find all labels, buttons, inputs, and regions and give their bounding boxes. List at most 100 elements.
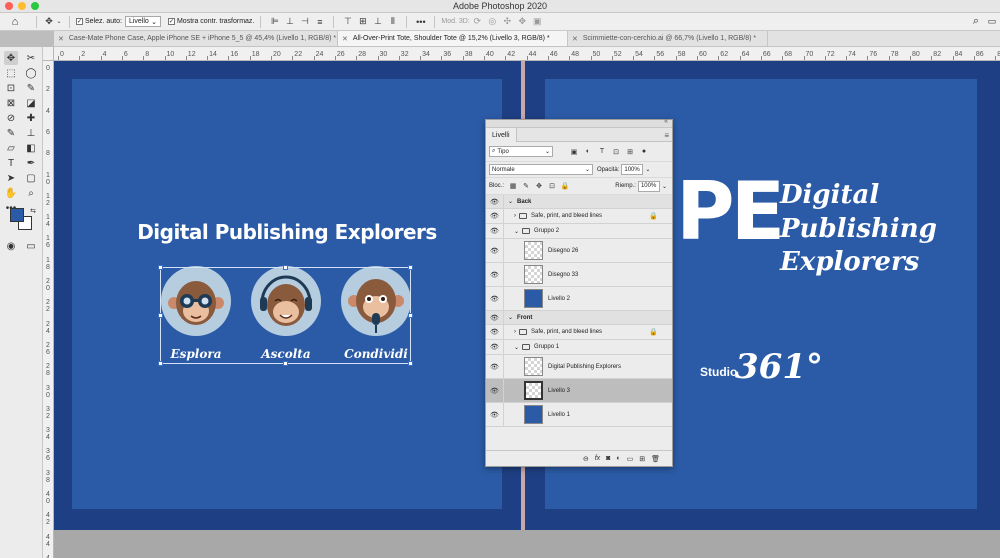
chevron-down-icon[interactable]: ⌄ bbox=[508, 314, 513, 321]
auto-select-dropdown[interactable]: Livello ⌄ bbox=[124, 16, 161, 27]
layer-row[interactable]: 👁 ⌄ Gruppo 1 bbox=[486, 340, 672, 355]
transform-handle[interactable] bbox=[283, 361, 288, 366]
layer-row[interactable]: 👁 ⌄ Gruppo 2 bbox=[486, 224, 672, 239]
distribute-vertical-icon[interactable]: ⫴ bbox=[385, 14, 400, 30]
visibility-eye-icon[interactable]: 👁 bbox=[486, 355, 504, 378]
vertical-ruler[interactable]: 0 2 4 6 8 1 0 1 2 1 4 1 6 1 8 2 0 2 2 2 4 2 6 2 8 3 0 3 … bbox=[43, 61, 54, 558]
filter-type-icon[interactable]: T bbox=[597, 148, 607, 155]
align-center-icon[interactable]: ⊥ bbox=[282, 14, 297, 30]
eyedropper-tool-icon[interactable]: ⊘ bbox=[4, 111, 18, 125]
search-icon[interactable]: ⌕ bbox=[968, 14, 984, 30]
visibility-eye-icon[interactable]: 👁 bbox=[486, 311, 504, 324]
filter-smart-icon[interactable]: ⊞ bbox=[625, 148, 635, 156]
transform-handle[interactable] bbox=[408, 361, 413, 366]
panel-menu-icon[interactable]: ≡ bbox=[664, 131, 669, 140]
tab-phone-case[interactable]: ✕ Case-Mate Phone Case, Apple iPhone SE +… bbox=[54, 31, 338, 46]
transform-handle[interactable] bbox=[158, 313, 163, 318]
chevron-right-icon[interactable]: › bbox=[514, 329, 516, 335]
tab-layers[interactable]: Livelli bbox=[486, 128, 517, 142]
lock-transparency-icon[interactable]: ▦ bbox=[508, 182, 518, 190]
visibility-eye-icon[interactable]: 👁 bbox=[486, 325, 504, 339]
tab-scimmiette[interactable]: ✕ Scimmiette-con-cerchio.ai @ 66,7% (Live… bbox=[568, 31, 768, 46]
layer-row[interactable]: 👁 Digital Publishing Explorers bbox=[486, 355, 672, 379]
lasso-tool-icon[interactable]: ◯ bbox=[24, 66, 38, 80]
hand-tool-icon[interactable]: ✋ bbox=[4, 186, 18, 200]
tab-tote[interactable]: ✕ All-Over-Print Tote, Shoulder Tote @ 15… bbox=[338, 31, 568, 46]
marquee-tool-icon[interactable]: ⬚ bbox=[4, 66, 18, 80]
front-heading[interactable]: Digital Publishing Explorers bbox=[72, 220, 502, 244]
layer-mask-icon[interactable]: ◙ bbox=[606, 455, 610, 462]
visibility-eye-icon[interactable]: 👁 bbox=[486, 287, 504, 310]
horizontal-ruler[interactable]: 0 2 4 6 8 10 12 14 16 18 20 22 24 26 28 30 32 34 36 38 40 42 4… bbox=[54, 47, 1000, 61]
link-layers-icon[interactable]: ⊖ bbox=[583, 455, 589, 463]
orbit-3d-icon[interactable]: ⟳ bbox=[470, 14, 485, 30]
layer-row[interactable]: 👁 › Safe, print, and bleed lines 🔒 bbox=[486, 209, 672, 224]
align-middle-icon[interactable]: ⊞ bbox=[355, 14, 370, 30]
transform-bounding-box[interactable] bbox=[158, 265, 413, 366]
eraser-tool-icon[interactable]: ▱ bbox=[4, 141, 18, 155]
visibility-eye-icon[interactable]: 👁 bbox=[486, 403, 504, 426]
filter-toggle-icon[interactable]: ● bbox=[639, 148, 649, 155]
transform-handle[interactable] bbox=[158, 361, 163, 366]
layer-row[interactable]: 👁 Livello 1 bbox=[486, 403, 672, 427]
visibility-eye-icon[interactable]: 👁 bbox=[486, 195, 504, 208]
chevron-down-icon[interactable]: ⌄ bbox=[662, 183, 667, 190]
chevron-down-icon[interactable]: ⌄ bbox=[508, 198, 513, 205]
scale-3d-icon[interactable]: ▣ bbox=[530, 14, 545, 30]
chevron-down-icon[interactable]: ⌄ bbox=[645, 166, 650, 173]
transform-handle[interactable] bbox=[408, 265, 413, 270]
adjustment-layer-icon[interactable]: ◐ bbox=[616, 455, 620, 462]
move-tool-icon[interactable]: ✥ bbox=[4, 51, 18, 65]
screen-mode-icon[interactable]: ▭ bbox=[24, 239, 38, 253]
visibility-eye-icon[interactable]: 👁 bbox=[486, 263, 504, 286]
visibility-eye-icon[interactable]: 👁 bbox=[486, 209, 504, 223]
layer-row[interactable]: 👁 ⌄ Back bbox=[486, 195, 672, 209]
visibility-eye-icon[interactable]: 👁 bbox=[486, 379, 504, 402]
new-layer-icon[interactable]: ⊞ bbox=[639, 455, 645, 463]
chevron-down-icon[interactable]: ⌄ bbox=[514, 228, 519, 235]
align-left-icon[interactable]: ⊫ bbox=[267, 14, 282, 30]
trash-icon[interactable]: 🗑 bbox=[651, 455, 660, 463]
back-initials[interactable]: PE bbox=[676, 172, 785, 252]
transform-handle[interactable] bbox=[158, 265, 163, 270]
filter-adjustment-icon[interactable]: ◐ bbox=[583, 148, 593, 155]
layer-row[interactable]: 👁 ⌄ Front bbox=[486, 311, 672, 325]
swap-colors-icon[interactable]: ⇆ bbox=[26, 204, 40, 218]
pen-tool-icon[interactable]: ✒ bbox=[24, 156, 38, 170]
align-right-icon[interactable]: ⊣ bbox=[297, 14, 312, 30]
brush-tool-icon[interactable]: ✎ bbox=[4, 126, 18, 140]
visibility-eye-icon[interactable]: 👁 bbox=[486, 239, 504, 262]
crop-tool-icon[interactable]: ⊠ bbox=[4, 96, 18, 110]
workspace-icon[interactable]: ▭ bbox=[984, 14, 1000, 30]
align-top-icon[interactable]: ⊤ bbox=[340, 14, 355, 30]
close-icon[interactable]: ✕ bbox=[58, 35, 64, 43]
shape-tool-icon[interactable]: ▢ bbox=[24, 171, 38, 185]
align-bottom-icon[interactable]: ⊥ bbox=[370, 14, 385, 30]
chevron-down-icon[interactable]: ⌄ bbox=[55, 14, 63, 30]
chevron-right-icon[interactable]: › bbox=[514, 213, 516, 219]
panel-header[interactable]: « bbox=[486, 118, 672, 128]
frame-tool-icon[interactable]: ◪ bbox=[24, 96, 38, 110]
chevron-down-icon[interactable]: ⌄ bbox=[514, 344, 519, 351]
lock-pixels-icon[interactable]: ✎ bbox=[521, 182, 531, 190]
layer-row[interactable]: 👁 Disegno 26 bbox=[486, 239, 672, 263]
layer-row[interactable]: 👁 › Safe, print, and bleed lines 🔒 bbox=[486, 325, 672, 340]
layer-style-icon[interactable]: fx bbox=[595, 455, 600, 462]
filter-kind-dropdown[interactable]: ⌕ Tipo ⌄ bbox=[489, 146, 553, 157]
collapse-icon[interactable]: « bbox=[664, 118, 668, 125]
auto-select-checkbox[interactable]: ✓ bbox=[76, 18, 83, 25]
home-icon[interactable]: ⌂ bbox=[0, 14, 30, 30]
transform-handle[interactable] bbox=[283, 265, 288, 270]
visibility-eye-icon[interactable]: 👁 bbox=[486, 340, 504, 354]
pan-3d-icon[interactable]: ✣ bbox=[500, 14, 515, 30]
layer-row[interactable]: 👁 Disegno 33 bbox=[486, 263, 672, 287]
foreground-color-swatch[interactable] bbox=[10, 208, 24, 222]
quick-mask-icon[interactable]: ◉ bbox=[4, 239, 18, 253]
filter-pixel-icon[interactable]: ▣ bbox=[569, 148, 579, 156]
roll-3d-icon[interactable]: ◎ bbox=[485, 14, 500, 30]
stamp-tool-icon[interactable]: ⊥ bbox=[24, 126, 38, 140]
lock-position-icon[interactable]: ✥ bbox=[534, 182, 544, 190]
bucket-tool-icon[interactable]: ◧ bbox=[24, 141, 38, 155]
quick-select-tool-icon[interactable]: ✎ bbox=[24, 81, 38, 95]
healing-tool-icon[interactable]: ✚ bbox=[24, 111, 38, 125]
